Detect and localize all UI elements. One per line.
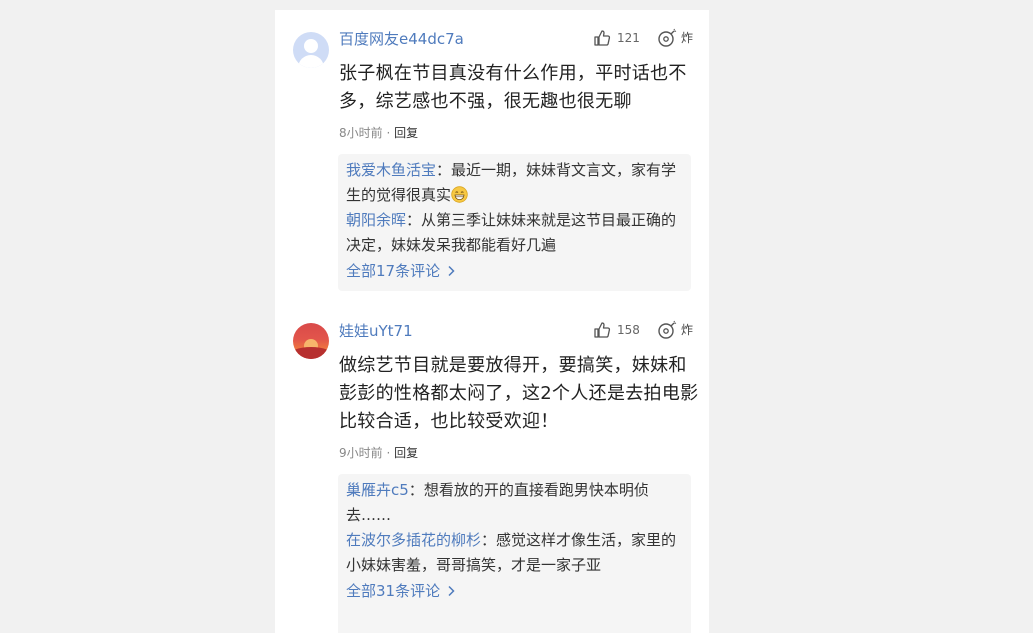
- meta-separator: ·: [386, 446, 391, 460]
- reply-username[interactable]: 朝阳余晖: [346, 211, 406, 229]
- thumbs-up-icon[interactable]: [593, 29, 611, 47]
- reply-username[interactable]: 在波尔多插花的柳杉: [346, 531, 481, 549]
- reply-button[interactable]: 回复: [394, 446, 418, 460]
- reply-thread: 巢雁卉c5：想看放的开的直接看跑男快本明侦去…… 在波尔多插花的柳杉：感觉这样才…: [338, 474, 691, 633]
- thumbs-up-icon[interactable]: [593, 321, 611, 339]
- chevron-right-icon: [448, 265, 455, 277]
- comment-meta: 9小时前 · 回复: [339, 444, 418, 462]
- like-count: 121: [617, 31, 640, 45]
- view-all-label: 全部31条评论: [346, 582, 441, 600]
- comment-meta: 8小时前 · 回复: [339, 124, 418, 142]
- bomb-icon[interactable]: [657, 320, 677, 340]
- reply-item[interactable]: 朝阳余晖：从第三季让妹妹来就是这节目最正确的决定，妹妹发呆我都能看好几遍: [346, 208, 683, 258]
- like-count: 158: [617, 323, 640, 337]
- chevron-right-icon: [448, 585, 455, 597]
- comment-actions: 121 炸: [593, 28, 693, 48]
- reply-username[interactable]: 我爱木鱼活宝: [346, 161, 436, 179]
- reply-thread: 我爱木鱼活宝：最近一期，妹妹背文言文，家有学生的觉得很真实 朝阳余晖：从第三季让…: [338, 154, 691, 291]
- bomb-label[interactable]: 炸: [681, 28, 693, 48]
- comment-username[interactable]: 百度网友e44dc7a: [339, 29, 464, 49]
- avatar[interactable]: [293, 32, 329, 68]
- comment-content: 做综艺节目就是要放得开，要搞笑，妹妹和彭彭的性格都太闷了，这2个人还是去拍电影比…: [339, 355, 699, 432]
- avatar[interactable]: [293, 323, 329, 359]
- reply-item[interactable]: 我爱木鱼活宝：最近一期，妹妹背文言文，家有学生的觉得很真实: [346, 158, 683, 208]
- grinning-face-icon: [451, 186, 468, 203]
- comment-list: 百度网友e44dc7a 121 炸 张子枫在节目真没有什么作用，平时话也不多，综…: [275, 10, 709, 633]
- comment-time: 9小时前: [339, 446, 383, 460]
- reply-item[interactable]: 巢雁卉c5：想看放的开的直接看跑男快本明侦去……: [346, 478, 683, 528]
- bomb-icon[interactable]: [657, 28, 677, 48]
- reply-item[interactable]: 在波尔多插花的柳杉：感觉这样才像生活，家里的小妹妹害羞，哥哥搞笑，才是一家子亚: [346, 528, 683, 578]
- view-all-replies-link[interactable]: 全部31条评论: [346, 578, 683, 604]
- comment-time: 8小时前: [339, 126, 383, 140]
- comment-content: 张子枫在节目真没有什么作用，平时话也不多，综艺感也不强，很无趣也很无聊: [339, 63, 687, 112]
- view-all-label: 全部17条评论: [346, 262, 441, 280]
- view-all-replies-link[interactable]: 全部17条评论: [346, 258, 683, 284]
- meta-separator: ·: [386, 126, 391, 140]
- comment-username[interactable]: 娃娃uYt71: [339, 321, 413, 341]
- comment-actions: 158 炸: [593, 320, 693, 340]
- reply-username[interactable]: 巢雁卉c5: [346, 481, 409, 499]
- bomb-label[interactable]: 炸: [681, 320, 693, 340]
- reply-button[interactable]: 回复: [394, 126, 418, 140]
